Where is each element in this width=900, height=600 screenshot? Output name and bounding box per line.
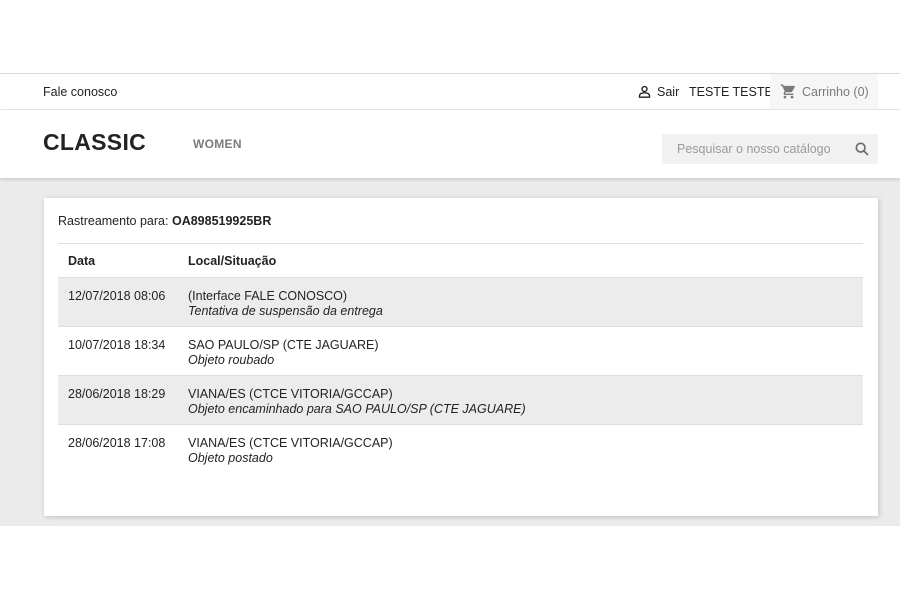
event-date: 12/07/2018 08:06 bbox=[58, 277, 178, 327]
search-input[interactable] bbox=[662, 134, 842, 164]
table-row: 28/06/2018 17:08 VIANA/ES (CTCE VITORIA/… bbox=[58, 424, 863, 474]
user-icon bbox=[638, 85, 651, 98]
event-date: 28/06/2018 17:08 bbox=[58, 424, 178, 474]
tracking-card: Rastreamento para: OA898519925BR Data Lo… bbox=[44, 198, 878, 516]
signout-link[interactable]: Sair bbox=[637, 84, 679, 99]
tracking-heading: Rastreamento para: OA898519925BR bbox=[58, 214, 271, 228]
page-wrapper: Rastreamento para: OA898519925BR Data Lo… bbox=[0, 178, 900, 526]
tracking-table: Data Local/Situação 12/07/2018 08:06 (In… bbox=[58, 243, 863, 474]
event-date: 28/06/2018 18:29 bbox=[58, 375, 178, 425]
event-location: (Interface FALE CONOSCO) bbox=[188, 289, 348, 303]
tracking-label: Rastreamento para: bbox=[58, 214, 169, 228]
event-details: (Interface FALE CONOSCO) Tentativa de su… bbox=[178, 277, 863, 327]
contact-us-link[interactable]: Fale conosco bbox=[43, 85, 117, 99]
search-icon[interactable] bbox=[854, 141, 870, 157]
event-date: 10/07/2018 18:34 bbox=[58, 326, 178, 376]
event-location: VIANA/ES (CTCE VITORIA/GCCAP) bbox=[188, 387, 393, 401]
tracking-code: OA898519925BR bbox=[171, 214, 272, 228]
event-status: Objeto roubado bbox=[188, 353, 275, 367]
event-location: SAO PAULO/SP (CTE JAGUARE) bbox=[188, 338, 379, 352]
store-logo[interactable]: CLASSIC bbox=[43, 129, 146, 156]
event-details: SAO PAULO/SP (CTE JAGUARE) Objeto roubad… bbox=[178, 326, 863, 376]
event-status: Objeto encaminhado para SAO PAULO/SP (CT… bbox=[188, 402, 526, 416]
column-header-location: Local/Situação bbox=[178, 243, 863, 278]
cart-label: Carrinho bbox=[802, 84, 850, 99]
table-row: 10/07/2018 18:34 SAO PAULO/SP (CTE JAGUA… bbox=[58, 326, 863, 376]
signout-label: Sair bbox=[657, 84, 680, 99]
top-nav-bar: Fale conosco Sair TESTE TESTE Carrinho (… bbox=[0, 73, 900, 110]
cart-button[interactable]: Carrinho (0) bbox=[770, 74, 878, 109]
account-name-link[interactable]: TESTE TESTE bbox=[689, 85, 773, 99]
event-status: Objeto postado bbox=[188, 451, 273, 465]
search-box bbox=[662, 134, 878, 164]
event-location: VIANA/ES (CTCE VITORIA/GCCAP) bbox=[188, 436, 393, 450]
table-row: 28/06/2018 18:29 VIANA/ES (CTCE VITORIA/… bbox=[58, 375, 863, 425]
cart-count: (0) bbox=[853, 84, 869, 99]
event-details: VIANA/ES (CTCE VITORIA/GCCAP) Objeto pos… bbox=[178, 424, 863, 474]
event-details: VIANA/ES (CTCE VITORIA/GCCAP) Objeto enc… bbox=[178, 375, 863, 425]
menu-item-women[interactable]: WOMEN bbox=[193, 137, 242, 151]
column-header-date: Data bbox=[58, 243, 178, 278]
table-header-row: Data Local/Situação bbox=[58, 243, 863, 278]
table-row: 12/07/2018 08:06 (Interface FALE CONOSCO… bbox=[58, 277, 863, 327]
event-status: Tentativa de suspensão da entrega bbox=[188, 304, 383, 318]
main-header: CLASSIC WOMEN bbox=[0, 110, 900, 178]
cart-icon bbox=[780, 84, 795, 99]
